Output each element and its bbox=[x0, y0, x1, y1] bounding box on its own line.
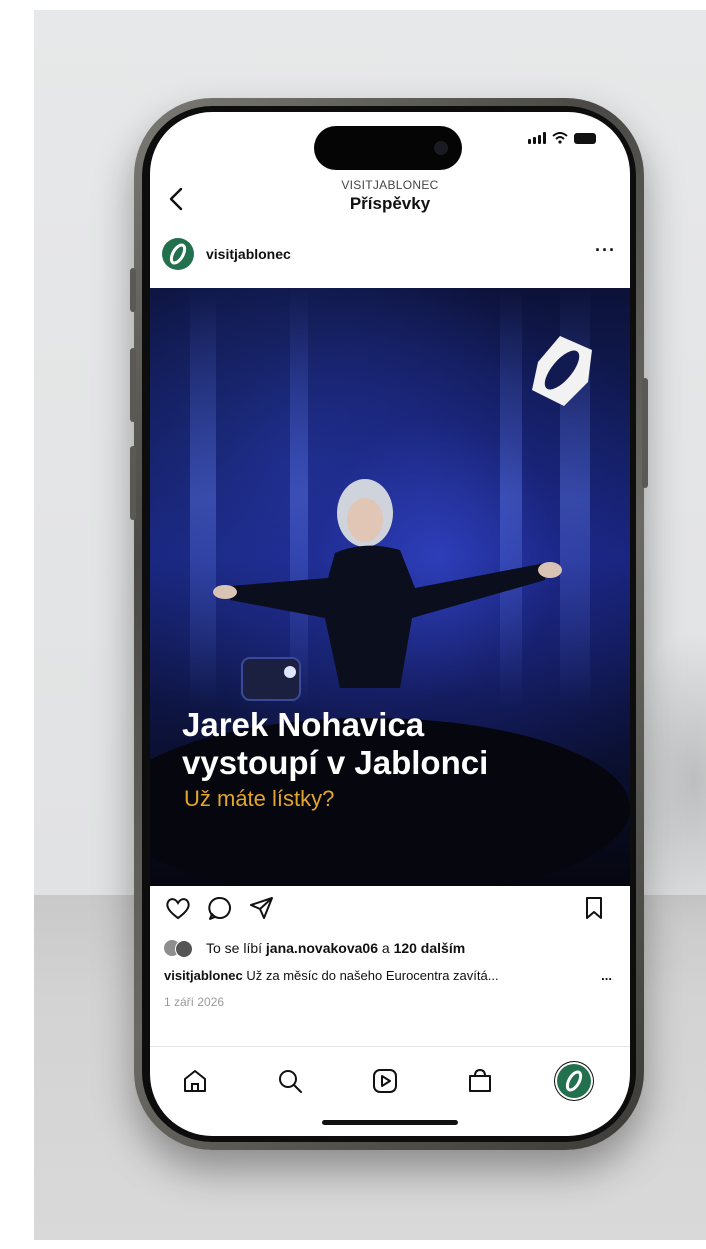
headline-line-1: Jarek Nohavica bbox=[182, 706, 425, 743]
brand-logo-icon bbox=[565, 1070, 583, 1092]
caption-username[interactable]: visitjablonec bbox=[164, 968, 243, 983]
shop-icon[interactable] bbox=[465, 1066, 495, 1096]
nav-header: VISITJABLONEC Příspěvky bbox=[150, 170, 630, 222]
caption-text: Už za měsíc do našeho Eurocentra zavítá.… bbox=[246, 968, 499, 983]
avatar[interactable] bbox=[162, 238, 194, 270]
divider bbox=[150, 1046, 630, 1047]
post-caption: visitjablonec Už za měsíc do našeho Euro… bbox=[164, 968, 624, 983]
bottom-tab-bar bbox=[150, 1052, 630, 1112]
phone-power-button bbox=[642, 378, 648, 488]
phone-action-button bbox=[130, 268, 136, 312]
liker-avatar bbox=[175, 940, 193, 958]
post-image[interactable]: Jarek Nohavica vystoupí v Jablonci Už má… bbox=[150, 288, 630, 886]
post-header: visitjablonec ··· bbox=[150, 230, 630, 280]
signal-icon bbox=[528, 132, 546, 144]
search-icon[interactable] bbox=[275, 1066, 305, 1096]
likes-user[interactable]: jana.novakova06 bbox=[266, 940, 378, 956]
battery-icon bbox=[574, 132, 596, 144]
phone-volume-up bbox=[130, 348, 136, 422]
post-username[interactable]: visitjablonec bbox=[206, 246, 291, 262]
send-icon[interactable] bbox=[248, 894, 276, 922]
post-headline: Jarek Nohavica vystoupí v Jablonci bbox=[182, 706, 622, 782]
likes-row[interactable]: To se líbí jana.novakova06 a 120 dalším bbox=[164, 938, 465, 958]
comment-icon[interactable] bbox=[206, 894, 234, 922]
caption-more-button[interactable]: ... bbox=[601, 968, 612, 983]
profile-icon[interactable] bbox=[557, 1064, 591, 1098]
home-indicator bbox=[322, 1120, 458, 1125]
camera-icon bbox=[434, 141, 448, 155]
brand-mark-icon bbox=[532, 336, 592, 406]
post-actions bbox=[150, 888, 630, 928]
liker-avatars bbox=[164, 940, 200, 958]
post-date: 1 září 2026 bbox=[164, 995, 225, 1009]
post-subline: Už máte lístky? bbox=[184, 786, 335, 811]
phone-screen: VISITJABLONEC Příspěvky visitjablonec ··… bbox=[150, 112, 630, 1136]
likes-others[interactable]: 120 dalším bbox=[394, 940, 466, 956]
dynamic-island bbox=[314, 126, 462, 170]
reels-icon[interactable] bbox=[370, 1066, 400, 1096]
headline-line-2: vystoupí v Jablonci bbox=[182, 744, 489, 781]
bookmark-icon[interactable] bbox=[580, 894, 608, 922]
wifi-icon bbox=[552, 132, 568, 144]
status-bar bbox=[528, 132, 596, 144]
heart-icon[interactable] bbox=[164, 894, 192, 922]
phone-volume-down bbox=[130, 446, 136, 520]
likes-prefix: To se líbí bbox=[206, 940, 263, 956]
home-icon[interactable] bbox=[180, 1066, 210, 1096]
more-options-icon[interactable]: ··· bbox=[595, 240, 616, 261]
header-account-name: VISITJABLONEC bbox=[341, 178, 439, 192]
likes-connector: a bbox=[381, 940, 390, 956]
page-title: Příspěvky bbox=[349, 194, 431, 213]
brand-logo-icon bbox=[169, 243, 187, 265]
